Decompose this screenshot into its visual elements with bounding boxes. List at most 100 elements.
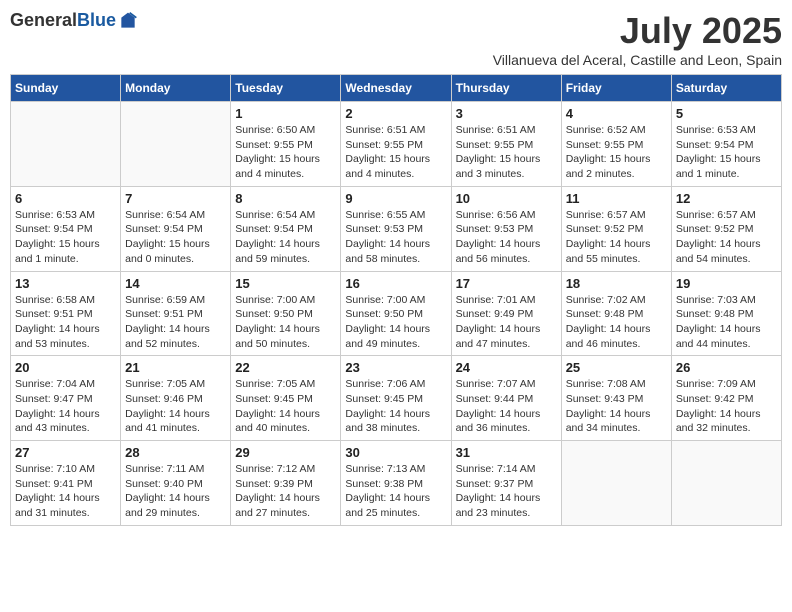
day-number: 4: [566, 106, 667, 121]
weekday-header-thursday: Thursday: [451, 75, 561, 102]
calendar-week-1: 1 Sunrise: 6:50 AM Sunset: 9:55 PM Daylig…: [11, 102, 782, 187]
calendar-cell: 3 Sunrise: 6:51 AM Sunset: 9:55 PM Daylig…: [451, 102, 561, 187]
day-number: 11: [566, 191, 667, 206]
day-detail: Sunrise: 7:13 AM Sunset: 9:38 PM Dayligh…: [345, 462, 446, 521]
logo-general: General: [10, 10, 77, 30]
day-detail: Sunrise: 7:02 AM Sunset: 9:48 PM Dayligh…: [566, 293, 667, 352]
calendar-cell: 8Sunrise: 6:54 AM Sunset: 9:54 PM Daylig…: [231, 186, 341, 271]
day-number: 23: [345, 360, 446, 375]
calendar-cell: 7 Sunrise: 6:54 AM Sunset: 9:54 PM Daylig…: [121, 186, 231, 271]
weekday-header-sunday: Sunday: [11, 75, 121, 102]
day-detail: Sunrise: 6:58 AM Sunset: 9:51 PM Dayligh…: [15, 293, 116, 352]
day-number: 8: [235, 191, 336, 206]
calendar-cell: 21Sunrise: 7:05 AM Sunset: 9:46 PM Dayli…: [121, 356, 231, 441]
calendar-cell: 25 Sunrise: 7:08 AM Sunset: 9:43 PM Dayli…: [561, 356, 671, 441]
calendar-cell: 4 Sunrise: 6:52 AM Sunset: 9:55 PM Daylig…: [561, 102, 671, 187]
calendar-cell: 5Sunrise: 6:53 AM Sunset: 9:54 PM Daylig…: [671, 102, 781, 187]
calendar-cell: 30 Sunrise: 7:13 AM Sunset: 9:38 PM Dayli…: [341, 441, 451, 526]
calendar-cell: 9Sunrise: 6:55 AM Sunset: 9:53 PM Daylig…: [341, 186, 451, 271]
day-number: 2: [345, 106, 446, 121]
calendar-cell: 22Sunrise: 7:05 AM Sunset: 9:45 PM Dayli…: [231, 356, 341, 441]
calendar-cell: 12Sunrise: 6:57 AM Sunset: 9:52 PM Dayli…: [671, 186, 781, 271]
day-detail: Sunrise: 7:11 AM Sunset: 9:40 PM Dayligh…: [125, 462, 226, 521]
day-detail: Sunrise: 7:12 AM Sunset: 9:39 PM Dayligh…: [235, 462, 336, 521]
calendar-cell: 24 Sunrise: 7:07 AM Sunset: 9:44 PM Dayli…: [451, 356, 561, 441]
day-number: 28: [125, 445, 226, 460]
weekday-header-row: SundayMondayTuesdayWednesdayThursdayFrid…: [11, 75, 782, 102]
day-detail: Sunrise: 7:01 AM Sunset: 9:49 PM Dayligh…: [456, 293, 557, 352]
day-number: 20: [15, 360, 116, 375]
day-detail: Sunrise: 6:51 AM Sunset: 9:55 PM Dayligh…: [456, 123, 557, 182]
calendar-cell: [671, 441, 781, 526]
calendar-cell: 6Sunrise: 6:53 AM Sunset: 9:54 PM Daylig…: [11, 186, 121, 271]
day-number: 21: [125, 360, 226, 375]
day-detail: Sunrise: 6:57 AM Sunset: 9:52 PM Dayligh…: [676, 208, 777, 267]
day-number: 26: [676, 360, 777, 375]
day-number: 19: [676, 276, 777, 291]
day-detail: Sunrise: 6:52 AM Sunset: 9:55 PM Dayligh…: [566, 123, 667, 182]
calendar-cell: 29 Sunrise: 7:12 AM Sunset: 9:39 PM Dayli…: [231, 441, 341, 526]
day-detail: Sunrise: 7:08 AM Sunset: 9:43 PM Dayligh…: [566, 377, 667, 436]
day-number: 16: [345, 276, 446, 291]
day-detail: Sunrise: 6:59 AM Sunset: 9:51 PM Dayligh…: [125, 293, 226, 352]
day-number: 25: [566, 360, 667, 375]
day-detail: Sunrise: 6:55 AM Sunset: 9:53 PM Dayligh…: [345, 208, 446, 267]
day-number: 7: [125, 191, 226, 206]
weekday-header-tuesday: Tuesday: [231, 75, 341, 102]
day-detail: Sunrise: 7:14 AM Sunset: 9:37 PM Dayligh…: [456, 462, 557, 521]
calendar-week-3: 13 Sunrise: 6:58 AM Sunset: 9:51 PM Dayli…: [11, 271, 782, 356]
title-block: July 2025 Villanueva del Aceral, Castill…: [493, 10, 782, 68]
day-detail: Sunrise: 6:51 AM Sunset: 9:55 PM Dayligh…: [345, 123, 446, 182]
day-number: 17: [456, 276, 557, 291]
weekday-header-saturday: Saturday: [671, 75, 781, 102]
day-number: 5: [676, 106, 777, 121]
day-detail: Sunrise: 7:07 AM Sunset: 9:44 PM Dayligh…: [456, 377, 557, 436]
day-detail: Sunrise: 6:50 AM Sunset: 9:55 PM Dayligh…: [235, 123, 336, 182]
calendar-cell: 27 Sunrise: 7:10 AM Sunset: 9:41 PM Dayli…: [11, 441, 121, 526]
calendar-cell: 15 Sunrise: 7:00 AM Sunset: 9:50 PM Dayli…: [231, 271, 341, 356]
day-detail: Sunrise: 6:57 AM Sunset: 9:52 PM Dayligh…: [566, 208, 667, 267]
calendar-cell: 31 Sunrise: 7:14 AM Sunset: 9:37 PM Dayli…: [451, 441, 561, 526]
day-detail: Sunrise: 7:00 AM Sunset: 9:50 PM Dayligh…: [345, 293, 446, 352]
calendar-cell: [121, 102, 231, 187]
location-subtitle: Villanueva del Aceral, Castille and Leon…: [493, 52, 782, 68]
day-detail: Sunrise: 7:10 AM Sunset: 9:41 PM Dayligh…: [15, 462, 116, 521]
calendar-week-5: 27 Sunrise: 7:10 AM Sunset: 9:41 PM Dayli…: [11, 441, 782, 526]
day-detail: Sunrise: 7:09 AM Sunset: 9:42 PM Dayligh…: [676, 377, 777, 436]
page-header: GeneralBlue July 2025 Villanueva del Ace…: [10, 10, 782, 68]
day-number: 30: [345, 445, 446, 460]
day-detail: Sunrise: 6:53 AM Sunset: 9:54 PM Dayligh…: [15, 208, 116, 267]
month-title: July 2025: [493, 10, 782, 52]
calendar-table: SundayMondayTuesdayWednesdayThursdayFrid…: [10, 74, 782, 526]
day-number: 3: [456, 106, 557, 121]
calendar-week-2: 6Sunrise: 6:53 AM Sunset: 9:54 PM Daylig…: [11, 186, 782, 271]
day-number: 15: [235, 276, 336, 291]
logo-icon: [118, 11, 138, 31]
day-number: 10: [456, 191, 557, 206]
day-detail: Sunrise: 6:54 AM Sunset: 9:54 PM Dayligh…: [125, 208, 226, 267]
calendar-cell: 19 Sunrise: 7:03 AM Sunset: 9:48 PM Dayli…: [671, 271, 781, 356]
day-number: 27: [15, 445, 116, 460]
calendar-cell: 17 Sunrise: 7:01 AM Sunset: 9:49 PM Dayli…: [451, 271, 561, 356]
calendar-cell: 2 Sunrise: 6:51 AM Sunset: 9:55 PM Daylig…: [341, 102, 451, 187]
day-number: 18: [566, 276, 667, 291]
calendar-cell: 16 Sunrise: 7:00 AM Sunset: 9:50 PM Dayli…: [341, 271, 451, 356]
day-number: 1: [235, 106, 336, 121]
day-detail: Sunrise: 6:56 AM Sunset: 9:53 PM Dayligh…: [456, 208, 557, 267]
day-number: 24: [456, 360, 557, 375]
calendar-week-4: 20Sunrise: 7:04 AM Sunset: 9:47 PM Dayli…: [11, 356, 782, 441]
day-number: 22: [235, 360, 336, 375]
day-number: 14: [125, 276, 226, 291]
day-number: 29: [235, 445, 336, 460]
calendar-cell: 14 Sunrise: 6:59 AM Sunset: 9:51 PM Dayli…: [121, 271, 231, 356]
day-number: 13: [15, 276, 116, 291]
day-detail: Sunrise: 7:03 AM Sunset: 9:48 PM Dayligh…: [676, 293, 777, 352]
day-detail: Sunrise: 7:00 AM Sunset: 9:50 PM Dayligh…: [235, 293, 336, 352]
calendar-cell: 28 Sunrise: 7:11 AM Sunset: 9:40 PM Dayli…: [121, 441, 231, 526]
calendar-cell: 11 Sunrise: 6:57 AM Sunset: 9:52 PM Dayli…: [561, 186, 671, 271]
calendar-cell: 26 Sunrise: 7:09 AM Sunset: 9:42 PM Dayli…: [671, 356, 781, 441]
calendar-cell: 13 Sunrise: 6:58 AM Sunset: 9:51 PM Dayli…: [11, 271, 121, 356]
weekday-header-wednesday: Wednesday: [341, 75, 451, 102]
day-detail: Sunrise: 7:06 AM Sunset: 9:45 PM Dayligh…: [345, 377, 446, 436]
day-number: 31: [456, 445, 557, 460]
